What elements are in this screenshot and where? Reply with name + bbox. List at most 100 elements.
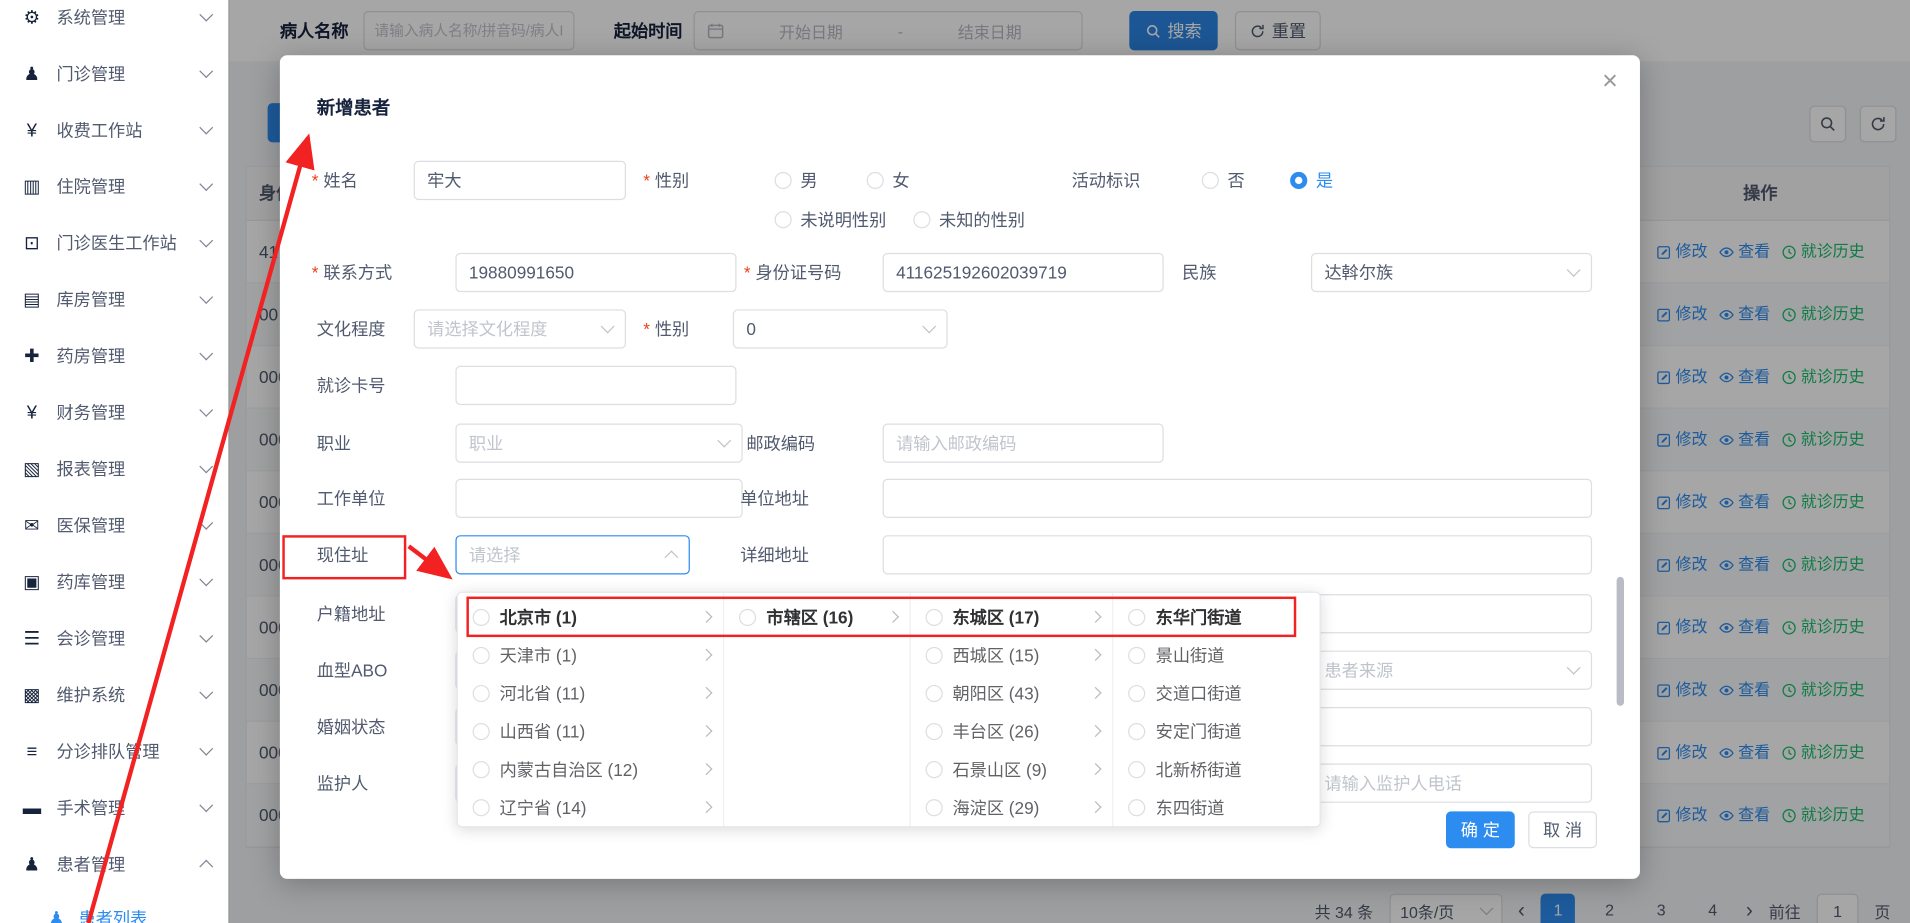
sidebar: ⚙系统管理♟门诊管理¥收费工作站▥住院管理⊡门诊医生工作站▤库房管理✚药房管理¥… [0, 0, 230, 923]
sidebar-item-system[interactable]: ⚙系统管理 [0, 0, 228, 45]
contact-input[interactable] [455, 253, 736, 292]
work-unit-input[interactable] [455, 479, 742, 518]
marital-extra-input[interactable] [1311, 707, 1592, 746]
radio-icon[interactable] [473, 760, 490, 777]
sidebar-item-fee-station[interactable]: ¥收费工作站 [0, 102, 228, 158]
radio-icon[interactable] [925, 798, 942, 815]
gender-radio-male[interactable]: 男 [775, 161, 818, 200]
radio-icon[interactable] [925, 608, 942, 625]
radio-icon[interactable] [925, 646, 942, 663]
radio-icon[interactable] [1129, 684, 1146, 701]
cascader-option[interactable]: 北新桥街道 [1114, 750, 1320, 788]
radio-icon[interactable] [473, 608, 490, 625]
sidebar-item-outpatient[interactable]: ♟门诊管理 [0, 45, 228, 101]
sidebar-item-surgery[interactable]: ▬手术管理 [0, 779, 228, 835]
education-select[interactable]: 请选择文化程度 [414, 309, 626, 348]
confirm-button[interactable]: 确 定 [1446, 811, 1515, 848]
cascader-option[interactable]: 安定门街道 [1114, 712, 1320, 750]
chevron-down-icon [1567, 263, 1581, 277]
radio-icon [775, 172, 792, 189]
radio-icon[interactable] [473, 798, 490, 815]
gender-radio-female[interactable]: 女 [867, 161, 910, 200]
unit-address-input[interactable] [883, 479, 1593, 518]
sidebar-item-insurance[interactable]: ✉医保管理 [0, 497, 228, 553]
sidebar-item-maintenance[interactable]: ▩维护系统 [0, 667, 228, 723]
cascader-column-district: 东城区 (17)西城区 (15)朝阳区 (43) 丰台区 (26) 石景山区 (9)… [911, 593, 1114, 826]
yen-icon: ¥ [20, 120, 45, 141]
radio-icon[interactable] [473, 684, 490, 701]
radio-icon[interactable] [1129, 646, 1146, 663]
radio-icon[interactable] [925, 684, 942, 701]
cascader-column-street: 东华门街道景山街道交道口街道安定门街道北新桥街道东四街道 [1114, 593, 1320, 826]
gender-radio-unknown[interactable]: 未知的性别 [913, 200, 1025, 239]
sidebar-item-triage-queue[interactable]: ≡分诊排队管理 [0, 723, 228, 779]
card-number-input[interactable] [455, 366, 736, 405]
radio-icon[interactable] [1129, 722, 1146, 739]
sidebar-item-inpatient[interactable]: ▥住院管理 [0, 158, 228, 214]
modal-scrollbar[interactable] [1617, 577, 1624, 706]
cascader-option[interactable]: 东城区 (17) [911, 598, 1113, 636]
radio-icon[interactable] [1129, 760, 1146, 777]
person-icon: ♟ [44, 907, 69, 923]
id-number-input[interactable] [883, 253, 1164, 292]
cascader-option[interactable]: 丰台区 (26) [911, 712, 1113, 750]
cascader-option[interactable]: 海淀区 (29) [911, 788, 1113, 826]
cascader-option[interactable]: 内蒙古自治区 (12) [458, 750, 724, 788]
sidebar-item-doctor-station[interactable]: ⊡门诊医生工作站 [0, 215, 228, 271]
patient-source-select[interactable]: 患者来源 [1311, 651, 1592, 690]
cascader-option[interactable]: 市辖区 (16) [725, 598, 910, 636]
sidebar-item-patient[interactable]: ♟患者管理 [0, 836, 228, 892]
required-asterisk: * [312, 263, 319, 283]
name-input[interactable] [414, 161, 626, 200]
cascader-option-label: 丰台区 (26) [952, 719, 1082, 744]
sidebar-item-patient-list[interactable]: ♟患者列表 [0, 892, 228, 923]
sidebar-item-finance[interactable]: ¥财务管理 [0, 384, 228, 440]
radio-label: 是 [1316, 168, 1333, 193]
cascader-option[interactable]: 石景山区 (9) [911, 750, 1113, 788]
cascader-option[interactable]: 辽宁省 (14) [458, 788, 724, 826]
cancel-button[interactable]: 取 消 [1528, 811, 1597, 848]
cascader-option[interactable]: 天津市 (1) [458, 636, 724, 674]
detail-address-input[interactable] [883, 535, 1593, 574]
cascader-option[interactable]: 河北省 (11) [458, 674, 724, 712]
radio-icon[interactable] [925, 722, 942, 739]
current-address-select[interactable]: 请选择 [455, 535, 689, 574]
close-icon[interactable]: × [1602, 68, 1618, 95]
cascader-option[interactable]: 东四街道 [1114, 788, 1320, 826]
sidebar-item-pharmacy[interactable]: ✚药房管理 [0, 328, 228, 384]
cascader-column-city: 市辖区 (16) [725, 593, 911, 826]
cascader-option[interactable]: 朝阳区 (43) [911, 674, 1113, 712]
sidebar-item-consultation[interactable]: ☰会诊管理 [0, 610, 228, 666]
radio-label: 未说明性别 [800, 207, 886, 232]
radio-icon[interactable] [473, 646, 490, 663]
cascader-option[interactable]: 西城区 (15) [911, 636, 1113, 674]
radio-icon [775, 211, 792, 228]
guardian-phone-input[interactable] [1311, 764, 1592, 803]
gender-radio-unspecified[interactable]: 未说明性别 [775, 200, 887, 239]
sidebar-item-label: 财务管理 [56, 400, 201, 425]
cascader-option[interactable]: 山西省 (11) [458, 712, 724, 750]
radio-icon[interactable] [739, 608, 756, 625]
radio-icon[interactable] [1129, 798, 1146, 815]
chevron-down-icon [199, 742, 213, 756]
radio-icon[interactable] [473, 722, 490, 739]
ethnicity-select[interactable]: 达斡尔族 [1311, 253, 1592, 292]
chevron-up-icon [199, 860, 213, 874]
radio-icon[interactable] [1129, 608, 1146, 625]
cascader-option[interactable]: 交道口街道 [1114, 674, 1320, 712]
postal-input[interactable] [883, 423, 1164, 462]
occupation-select[interactable]: 职业 [455, 423, 742, 462]
radio-icon[interactable] [925, 760, 942, 777]
surgery-icon: ▬ [20, 797, 45, 818]
sidebar-item-report[interactable]: ▧报表管理 [0, 441, 228, 497]
cascader-option[interactable]: 景山街道 [1114, 636, 1320, 674]
active-flag-radio-yes[interactable]: 是 [1290, 161, 1333, 200]
cascader-option[interactable]: 东华门街道 [1114, 598, 1320, 636]
ethnicity-label: 民族 [1182, 253, 1216, 292]
chevron-right-icon [701, 687, 713, 699]
gender2-select[interactable]: 0 [733, 309, 948, 348]
sidebar-item-warehouse[interactable]: ▤库房管理 [0, 271, 228, 327]
sidebar-item-drug-store[interactable]: ▣药库管理 [0, 554, 228, 610]
cascader-option[interactable]: 北京市 (1) [458, 598, 724, 636]
active-flag-radio-no[interactable]: 否 [1202, 161, 1245, 200]
